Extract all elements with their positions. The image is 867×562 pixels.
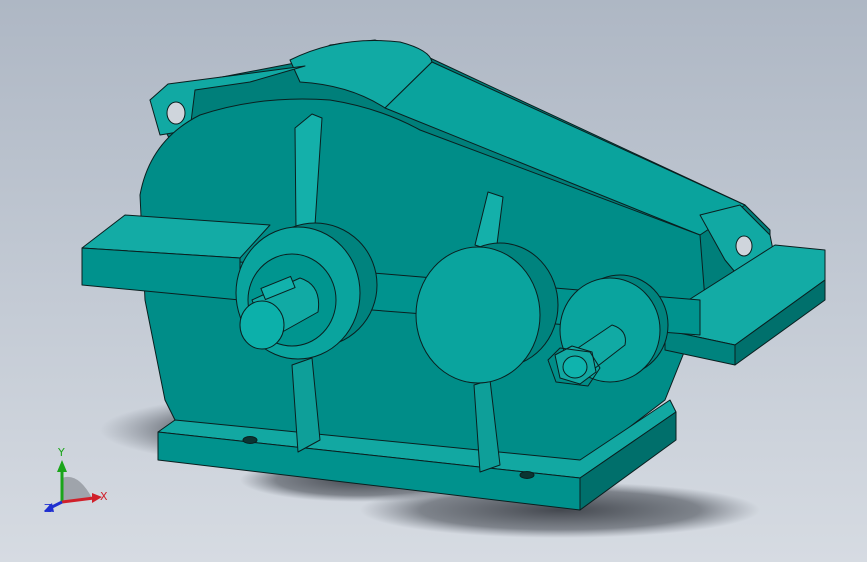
triad-y-label: Y <box>57 446 65 459</box>
triad-x-label: X <box>100 490 108 503</box>
axis-triad: Y X Z <box>44 446 108 515</box>
cad-viewport[interactable]: Y X Z <box>0 0 867 562</box>
base-bolt-hole-right <box>519 471 535 479</box>
base-bolt-hole-left <box>242 436 258 444</box>
lug-hole-right <box>735 235 753 257</box>
triad-z-label: Z <box>44 502 52 515</box>
middle-bearing-cap <box>415 246 541 384</box>
left-shaft-end <box>239 300 285 350</box>
right-shaft-nut-face <box>562 355 588 379</box>
triad-y-arrow <box>57 460 67 472</box>
lug-hole-left <box>166 101 186 125</box>
gear-reducer-model[interactable] <box>81 39 826 511</box>
